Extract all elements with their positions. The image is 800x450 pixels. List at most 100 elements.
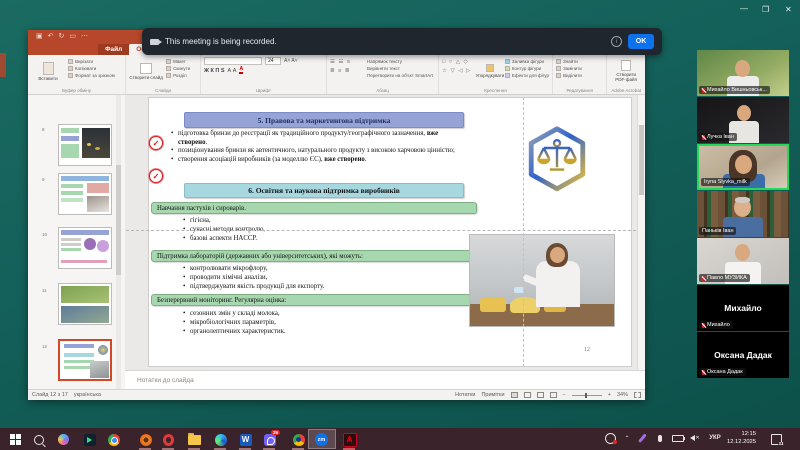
start-slideshow-icon[interactable]: ▭	[69, 33, 76, 40]
word-icon[interactable]: W	[238, 432, 253, 447]
text-direction-button[interactable]: Напрямок тексту	[367, 59, 433, 64]
participant-tile[interactable]: Паньків Іван	[697, 191, 789, 237]
thumbnail-scrollbar[interactable]	[116, 95, 121, 389]
photo-viewer-icon[interactable]	[138, 432, 153, 447]
zoom-out-button[interactable]: −	[563, 392, 566, 398]
font-color-icon[interactable]: A	[239, 66, 244, 74]
slide-thumbnail-11[interactable]	[58, 283, 112, 325]
pen-icon[interactable]	[637, 432, 647, 444]
editor-scrollbar[interactable]	[637, 95, 645, 370]
restore-icon[interactable]: ❐	[762, 5, 769, 14]
chrome-profile-icon[interactable]	[291, 432, 306, 447]
create-pdf-button[interactable]: Створити PDF-файл	[610, 57, 642, 85]
align-buttons-icons[interactable]: ≣ ≡ ≣	[330, 68, 364, 75]
participant-tile[interactable]: Михайло Вишньовськ...	[697, 50, 789, 96]
tray-expand-chevron-icon[interactable]: ⌃	[622, 432, 632, 444]
network-globe-icon[interactable]	[604, 432, 617, 444]
tab-file[interactable]: Файл	[98, 44, 130, 55]
zoom-slider[interactable]	[571, 392, 602, 398]
volume-muted-icon[interactable]: ✕	[689, 432, 701, 444]
start-button[interactable]	[8, 432, 23, 447]
grow-shrink-font-icons[interactable]: A˄ A˅	[284, 58, 298, 64]
viber-icon[interactable]: 25	[262, 429, 280, 447]
minimize-icon[interactable]: —	[740, 4, 748, 13]
scales-hexagon-logo	[528, 126, 586, 192]
slide-thumbnail-8[interactable]	[58, 124, 112, 166]
bold-italic-underline-buttons[interactable]: Ж К П S	[204, 68, 225, 74]
acrobat-icon[interactable]: A	[342, 432, 357, 447]
background-window-sliver	[0, 53, 6, 77]
clipboard-group-label: Буфер обміну	[62, 88, 91, 93]
shapes-gallery-row2[interactable]: ☆ ▽ ◁ ▷	[442, 68, 475, 75]
slide-thumbnail-10[interactable]	[58, 227, 112, 269]
align-text-button[interactable]: Вирівняти текст	[367, 66, 433, 71]
shapes-gallery-row1[interactable]: □ ○ △ ◇	[442, 59, 475, 66]
clock[interactable]: 12:15 12.12.2025	[726, 431, 756, 446]
new-slide-button[interactable]: Створити слайд	[129, 57, 163, 85]
font-name-combobox[interactable]	[203, 57, 262, 65]
participant-tile-no-video[interactable]: Оксана Дадак Оксана Дадак	[697, 332, 789, 378]
font-size-combobox[interactable]: 24	[264, 57, 281, 65]
reset-button[interactable]: Скинути	[166, 66, 190, 71]
char-spacing-case-buttons[interactable]: А А	[228, 68, 237, 74]
zoom-app-icon[interactable]: zm	[314, 432, 329, 447]
shape-fill-button[interactable]: Заливка фігури	[504, 59, 549, 64]
save-icon[interactable]: ▣	[36, 33, 43, 40]
section-button[interactable]: Розділ	[166, 73, 190, 78]
qat-more-icon[interactable]: ⋯	[81, 33, 88, 40]
file-explorer-icon[interactable]	[187, 432, 202, 447]
media-app-icon[interactable]	[82, 432, 97, 447]
effects-icon	[504, 73, 510, 78]
notes-pane[interactable]: Нотатки до слайда	[125, 370, 645, 389]
smartart-button[interactable]: Перетворити на об'єкт SmartArt	[367, 73, 433, 78]
replace-button[interactable]: Замінити	[555, 66, 582, 71]
arrange-button[interactable]: Упорядкувати	[476, 57, 504, 85]
edge-browser-icon[interactable]	[213, 432, 228, 447]
zoom-percентage[interactable]: 34%	[617, 392, 628, 398]
participant-tile-no-video[interactable]: Михайло Михайло	[697, 285, 789, 331]
shape-effects-button[interactable]: Ефекти для фігур	[504, 73, 549, 78]
notification-center-icon[interactable]: 11	[768, 432, 785, 447]
acrobat-group: Створити PDF-файл Adobe Acrobat	[607, 55, 645, 94]
notes-toggle[interactable]: Нотатки	[455, 392, 475, 398]
slide-thumbnail-12-current[interactable]	[58, 339, 112, 381]
comments-toggle[interactable]: Примітки	[481, 392, 504, 398]
language-indicator[interactable]: УКР	[706, 432, 724, 444]
shape-outline-button[interactable]: Контур фігури	[504, 66, 549, 71]
outline-icon	[504, 66, 510, 71]
microphone-icon[interactable]	[655, 432, 665, 444]
copilot-icon[interactable]	[56, 432, 71, 447]
close-icon[interactable]: ✕	[785, 5, 792, 14]
fit-to-window-icon[interactable]	[634, 392, 641, 398]
participant-tile[interactable]: Лучка Іван	[697, 97, 789, 143]
search-icon[interactable]	[31, 432, 46, 447]
slide-canvas[interactable]: 5. Правова та маркетингова підтримка ✓ ✓…	[148, 97, 632, 367]
slide-sorter-view-icon[interactable]	[523, 392, 531, 398]
slide-thumbnail-9[interactable]	[58, 173, 112, 215]
normal-view-icon[interactable]	[510, 392, 518, 398]
ok-button[interactable]: OK	[628, 34, 654, 49]
green-header-laboratories: Підтримка лабораторій (державних або уні…	[151, 250, 477, 262]
opera-icon[interactable]	[161, 432, 176, 447]
participant-tile-active-speaker[interactable]: Iryna Slyvka_milk	[697, 144, 789, 190]
reading-view-icon[interactable]	[536, 392, 544, 398]
format-painter-button[interactable]: Формат за зразком	[68, 73, 115, 78]
slideshow-view-icon[interactable]	[549, 392, 557, 398]
battery-icon[interactable]	[671, 432, 685, 444]
cut-button[interactable]: Вирізати	[68, 59, 115, 64]
participant-tile[interactable]: Павло МУЗИКА	[697, 238, 789, 284]
chrome-icon[interactable]	[106, 432, 121, 447]
zoom-in-button[interactable]: +	[608, 392, 611, 398]
paste-button[interactable]: Вставити	[31, 57, 65, 85]
undo-icon[interactable]: ↶	[48, 33, 54, 40]
select-button[interactable]: Виділити	[555, 73, 582, 78]
info-icon[interactable]: i	[611, 36, 622, 47]
language-indicator[interactable]: українська	[74, 392, 101, 398]
redo-icon[interactable]: ↻	[59, 33, 65, 40]
recording-banner-text: This meeting is being recorded.	[165, 37, 277, 46]
find-button[interactable]: Знайти	[555, 59, 582, 64]
thumb-number: 12	[42, 344, 48, 349]
layout-button[interactable]: Макет	[166, 59, 190, 64]
list-buttons-icons[interactable]: ☰ ☱ ≡	[330, 59, 364, 66]
copy-button[interactable]: Копіювати	[68, 66, 115, 71]
